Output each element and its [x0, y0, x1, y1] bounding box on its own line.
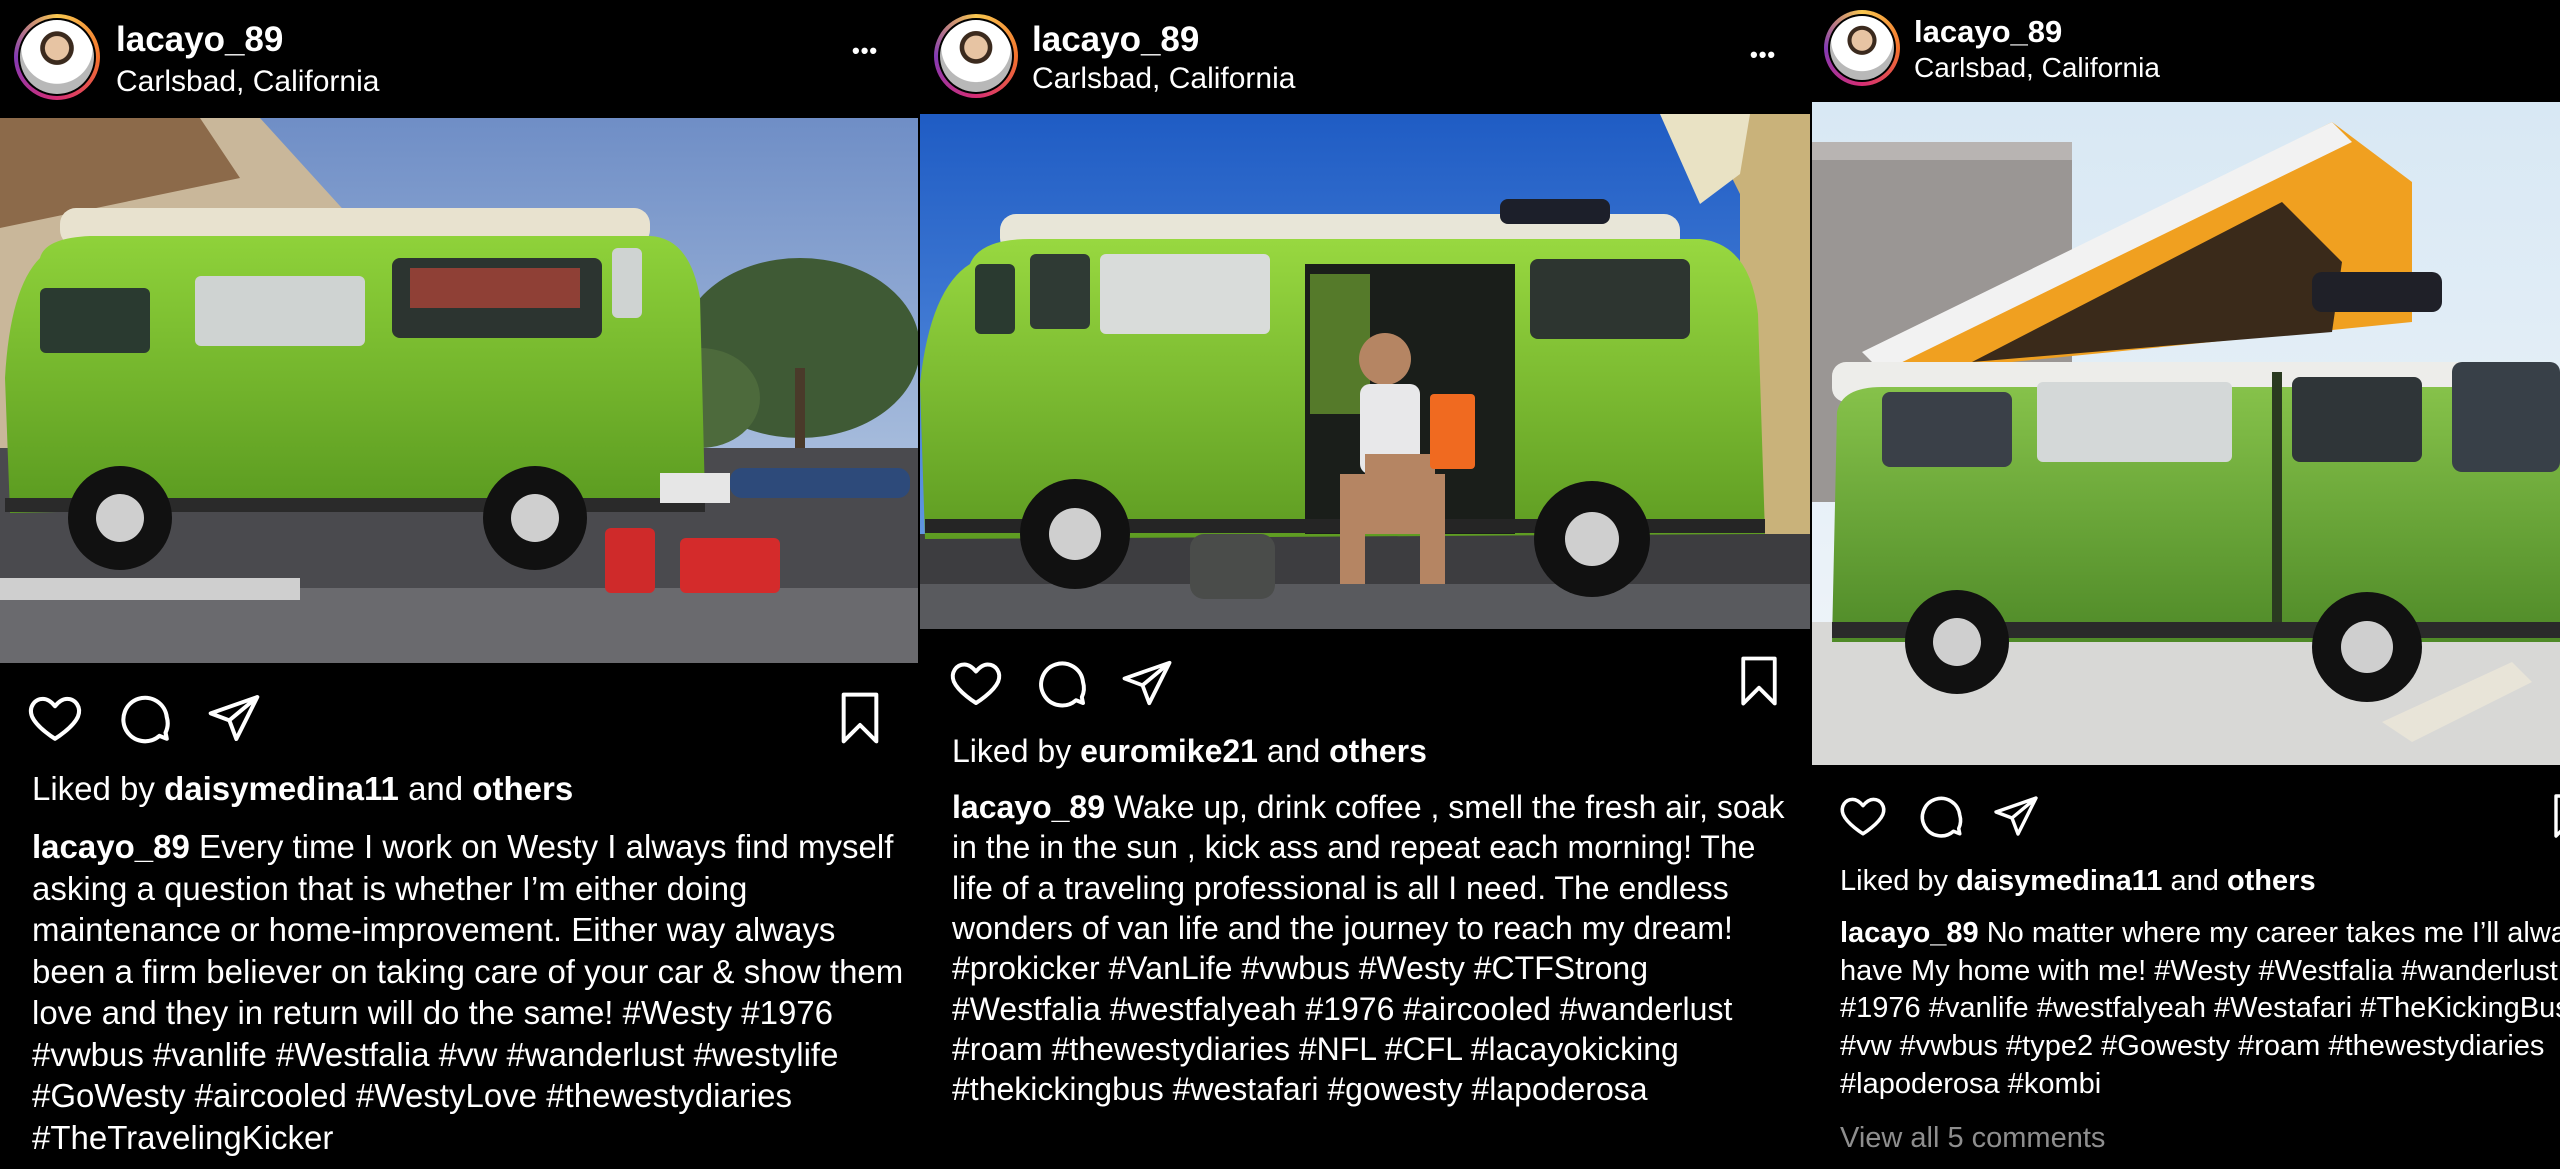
avatar[interactable]: [934, 14, 1018, 98]
bookmark-icon[interactable]: [832, 688, 888, 748]
liked-prefix: Liked by: [1840, 865, 1949, 897]
avatar[interactable]: [1824, 10, 1900, 86]
more-icon[interactable]: •••: [1750, 44, 1776, 66]
share-icon[interactable]: [1992, 792, 2040, 840]
post-photo[interactable]: [920, 114, 1810, 629]
liked-mid: and: [1266, 733, 1321, 769]
liked-prefix: Liked by: [952, 733, 1072, 769]
caption-username[interactable]: lacayo_89: [1840, 917, 1979, 949]
van-photo-svg: [0, 118, 918, 663]
likes-line: Liked by daisymedina11 and others: [32, 770, 573, 808]
view-comments-link[interactable]: View all 5 comments: [1840, 1122, 2105, 1155]
caption-username[interactable]: lacayo_89: [952, 789, 1105, 825]
post-photo[interactable]: [0, 118, 918, 663]
post-photo[interactable]: [1812, 102, 2560, 765]
heart-icon[interactable]: [1838, 790, 1888, 840]
van-photo-svg: [920, 114, 1810, 629]
avatar[interactable]: [14, 14, 100, 100]
bookmark-icon[interactable]: [1732, 652, 1786, 710]
post-2: lacayo_89 Carlsbad, California ••• Liked…: [920, 0, 1810, 1169]
caption-username[interactable]: lacayo_89: [32, 828, 190, 865]
post-username[interactable]: lacayo_89: [1032, 20, 1199, 60]
post-caption: lacayo_89 No matter where my career take…: [1840, 915, 2560, 1103]
bookmark-icon[interactable]: [2546, 790, 2560, 842]
post-1: lacayo_89 Carlsbad, California ••• Liked…: [0, 0, 918, 1169]
post-caption: lacayo_89 Every time I work on Westy I a…: [32, 826, 910, 1159]
post-3: lacayo_89 Carlsbad, California Liked by …: [1812, 0, 2560, 1169]
post-location[interactable]: Carlsbad, California: [116, 65, 379, 99]
likes-line: Liked by euromike21 and others: [952, 733, 1427, 770]
post-username[interactable]: lacayo_89: [116, 20, 283, 60]
liked-others-link[interactable]: others: [1329, 733, 1427, 769]
heart-icon[interactable]: [948, 654, 1004, 710]
liked-others-link[interactable]: others: [2227, 865, 2316, 897]
comment-icon[interactable]: [116, 688, 174, 746]
caption-text: Every time I work on Westy I always find…: [32, 828, 904, 1157]
liked-mid: and: [2170, 865, 2219, 897]
van-photo-svg: [1812, 102, 2560, 765]
comment-icon[interactable]: [1916, 790, 1966, 840]
heart-icon[interactable]: [26, 688, 84, 746]
post-caption: lacayo_89 Wake up, drink coffee , smell …: [952, 787, 1802, 1110]
post-username[interactable]: lacayo_89: [1914, 14, 2062, 50]
share-icon[interactable]: [1120, 656, 1174, 710]
post-location[interactable]: Carlsbad, California: [1032, 62, 1295, 96]
liked-user-link[interactable]: euromike21: [1080, 733, 1258, 769]
liked-others-link[interactable]: others: [472, 770, 573, 807]
comment-icon[interactable]: [1034, 654, 1090, 710]
share-icon[interactable]: [206, 690, 262, 746]
liked-mid: and: [408, 770, 464, 807]
more-icon[interactable]: •••: [852, 40, 878, 62]
post-location[interactable]: Carlsbad, California: [1914, 52, 2160, 84]
likes-line: Liked by daisymedina11 and others: [1840, 865, 2316, 898]
liked-user-link[interactable]: daisymedina11: [164, 770, 399, 807]
caption-text: Wake up, drink coffee , smell the fresh …: [952, 789, 1785, 1108]
liked-prefix: Liked by: [32, 770, 155, 807]
liked-user-link[interactable]: daisymedina11: [1956, 865, 2162, 897]
